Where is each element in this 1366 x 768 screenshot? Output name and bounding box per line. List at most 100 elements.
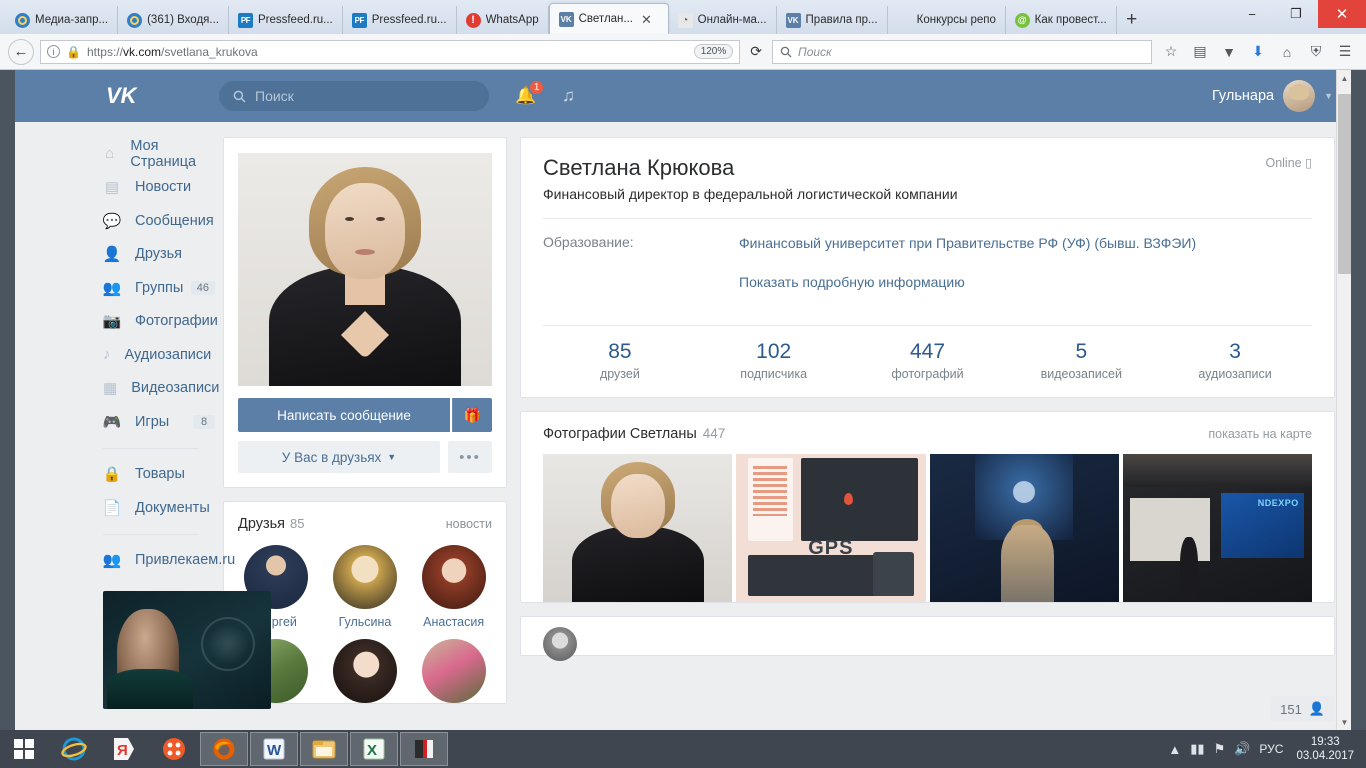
online-friends-counter[interactable]: 151 👤 [1270, 696, 1335, 722]
scroll-down-icon[interactable]: ▼ [1337, 714, 1352, 730]
address-bar[interactable]: i 🔒 https://vk.com/svetlana_krukova 120% [40, 40, 740, 64]
internet-explorer-icon[interactable] [50, 732, 98, 766]
send-message-button[interactable]: Написать сообщение [238, 398, 450, 432]
photo-thumbnail[interactable] [930, 454, 1119, 602]
music-note-icon[interactable]: ♫ [562, 86, 575, 106]
antivirus-icon[interactable]: ⚑ [1214, 741, 1226, 757]
show-details-link[interactable]: Показать подробную информацию [739, 274, 1196, 290]
list-item[interactable]: Гульсина [327, 545, 404, 629]
sidebar-item-goods[interactable]: 🔒Товары [103, 458, 215, 492]
minimize-button[interactable]: − [1230, 0, 1274, 28]
stat-audios[interactable]: 3аудиозаписи [1158, 340, 1312, 381]
sidebar-item-my-page[interactable]: ⌂Моя Страница [103, 137, 215, 171]
photo-thumbnail[interactable]: NDEXPO [1123, 454, 1312, 602]
browser-tab[interactable]: ! WhatsApp [457, 6, 549, 34]
stat-friends[interactable]: 85друзей [543, 340, 697, 381]
browser-tab[interactable]: (361) Входя... [118, 6, 229, 34]
browser-search-box[interactable]: Поиск [772, 40, 1152, 64]
new-tab-button[interactable]: + [1117, 6, 1147, 34]
show-on-map-link[interactable]: показать на карте [1208, 427, 1312, 441]
shield-icon[interactable]: ⛨ [1303, 39, 1329, 65]
photo-thumbnail[interactable] [543, 454, 732, 602]
sidebar-item-photos[interactable]: 📷Фотографии [103, 305, 215, 339]
sidebar-item-privlekaem[interactable]: 👥Привлекаем.ru [103, 544, 215, 578]
photo-thumbnail[interactable]: GPS [736, 454, 925, 602]
close-icon[interactable]: ✕ [641, 13, 652, 26]
profile-photo[interactable] [238, 153, 492, 386]
person-icon: 👤 [1309, 701, 1325, 717]
browser-tab[interactable]: Конкурсы репо... [888, 6, 1006, 34]
vk-search-input[interactable]: Поиск [219, 81, 489, 111]
browser-tab[interactable]: @ Как провест... [1006, 6, 1117, 34]
reload-button[interactable]: ⟳ [746, 43, 766, 60]
home-icon[interactable]: ⌂ [1274, 39, 1300, 65]
stat-followers[interactable]: 102подписчика [697, 340, 851, 381]
close-button[interactable]: ✕ [1318, 0, 1366, 28]
vk-logo[interactable]: VK [103, 81, 147, 111]
browser-tab[interactable]: PF Pressfeed.ru... [229, 6, 343, 34]
explorer-icon[interactable] [300, 732, 348, 766]
sidebar-item-news[interactable]: ▤Новости [103, 171, 215, 205]
vk-user-menu[interactable]: Гульнара ▼ [1212, 80, 1333, 112]
excel-icon[interactable]: X [350, 732, 398, 766]
sidebar-item-video[interactable]: ▦Видеозаписи [103, 372, 215, 406]
back-button[interactable]: ← [8, 39, 34, 65]
language-indicator[interactable]: РУС [1259, 742, 1283, 756]
sidebar-item-messages[interactable]: 💬Сообщения [103, 204, 215, 238]
stat-photos[interactable]: 447фотографий [851, 340, 1005, 381]
sidebar-item-documents[interactable]: 📄Документы [103, 491, 215, 525]
download-icon[interactable]: ⬇ [1245, 39, 1271, 65]
sidebar-item-games[interactable]: 🎮Игры8 [103, 405, 215, 439]
pocket-icon[interactable]: ▼ [1216, 39, 1242, 65]
photos-card: Фотографии Светланы447 показать на карте… [520, 411, 1335, 603]
browser-tab[interactable]: VK Правила пр... [777, 6, 888, 34]
education-value[interactable]: Финансовый университет при Правительстве… [739, 234, 1196, 253]
notifications-bell-icon[interactable]: 🔔1 [515, 86, 536, 106]
reader-icon[interactable] [400, 732, 448, 766]
stat-label: аудиозаписи [1158, 367, 1312, 381]
document-icon: 📄 [103, 499, 121, 517]
sidebar-item-audio[interactable]: ♪Аудиозаписи [103, 338, 215, 372]
yandex-browser-icon[interactable]: Я [100, 732, 148, 766]
scrollbar-thumb[interactable] [1338, 94, 1351, 274]
stat-videos[interactable]: 5видеозаписей [1004, 340, 1158, 381]
page-scrollbar[interactable]: ▲ ▼ [1336, 70, 1351, 730]
media-icon [127, 13, 142, 28]
firefox-icon[interactable] [200, 732, 248, 766]
more-actions-button[interactable]: ••• [448, 441, 492, 473]
avatar [333, 545, 397, 609]
friends-news-link[interactable]: новости [446, 517, 492, 531]
show-hidden-icons-icon[interactable]: ▲ [1168, 742, 1181, 757]
info-icon[interactable]: i [47, 45, 60, 58]
gift-icon[interactable]: 🎁 [452, 398, 492, 432]
clock[interactable]: 19:33 03.04.2017 [1296, 735, 1354, 764]
friend-status-button[interactable]: У Вас в друзьях ▼ [238, 441, 440, 473]
library-icon[interactable]: ▤ [1187, 39, 1213, 65]
browser-tab[interactable]: PF Pressfeed.ru... [343, 6, 457, 34]
avatar [422, 639, 486, 703]
sidebar-ad-banner[interactable] [103, 591, 271, 709]
list-item[interactable]: Анастасия [415, 545, 492, 629]
volume-icon[interactable]: 🔊 [1234, 741, 1250, 757]
education-value-group: Финансовый университет при Правительстве… [739, 234, 1196, 290]
profile-photo-card: Написать сообщение 🎁 У Вас в друзьях ▼ •… [223, 137, 507, 488]
browser-tab[interactable]: ◔ Онлайн-ма... [669, 6, 777, 34]
maximize-button[interactable]: ❐ [1274, 0, 1318, 28]
word-icon[interactable]: W [250, 732, 298, 766]
sidebar-nav-groups: 👥Привлекаем.ru [103, 544, 215, 578]
page-title: Светлана Крюкова [543, 155, 1312, 181]
network-icon[interactable]: ▮▮ [1190, 741, 1204, 757]
scroll-up-icon[interactable]: ▲ [1337, 70, 1352, 86]
amigo-browser-icon[interactable] [150, 732, 198, 766]
sidebar-item-friends[interactable]: 👤Друзья [103, 238, 215, 272]
list-item[interactable] [415, 639, 492, 703]
sidebar-item-groups[interactable]: 👥Группы46 [103, 271, 215, 305]
browser-tab[interactable]: Медиа-запр... [6, 6, 118, 34]
star-icon[interactable]: ☆ [1158, 39, 1184, 65]
list-item[interactable] [327, 639, 404, 703]
chevron-down-icon[interactable]: ▼ [1324, 91, 1333, 101]
windows-start-icon[interactable] [0, 730, 48, 768]
zoom-level-badge[interactable]: 120% [694, 44, 734, 59]
browser-tab-active[interactable]: VK Светлан... ✕ [549, 3, 669, 34]
menu-icon[interactable]: ☰ [1332, 39, 1358, 65]
